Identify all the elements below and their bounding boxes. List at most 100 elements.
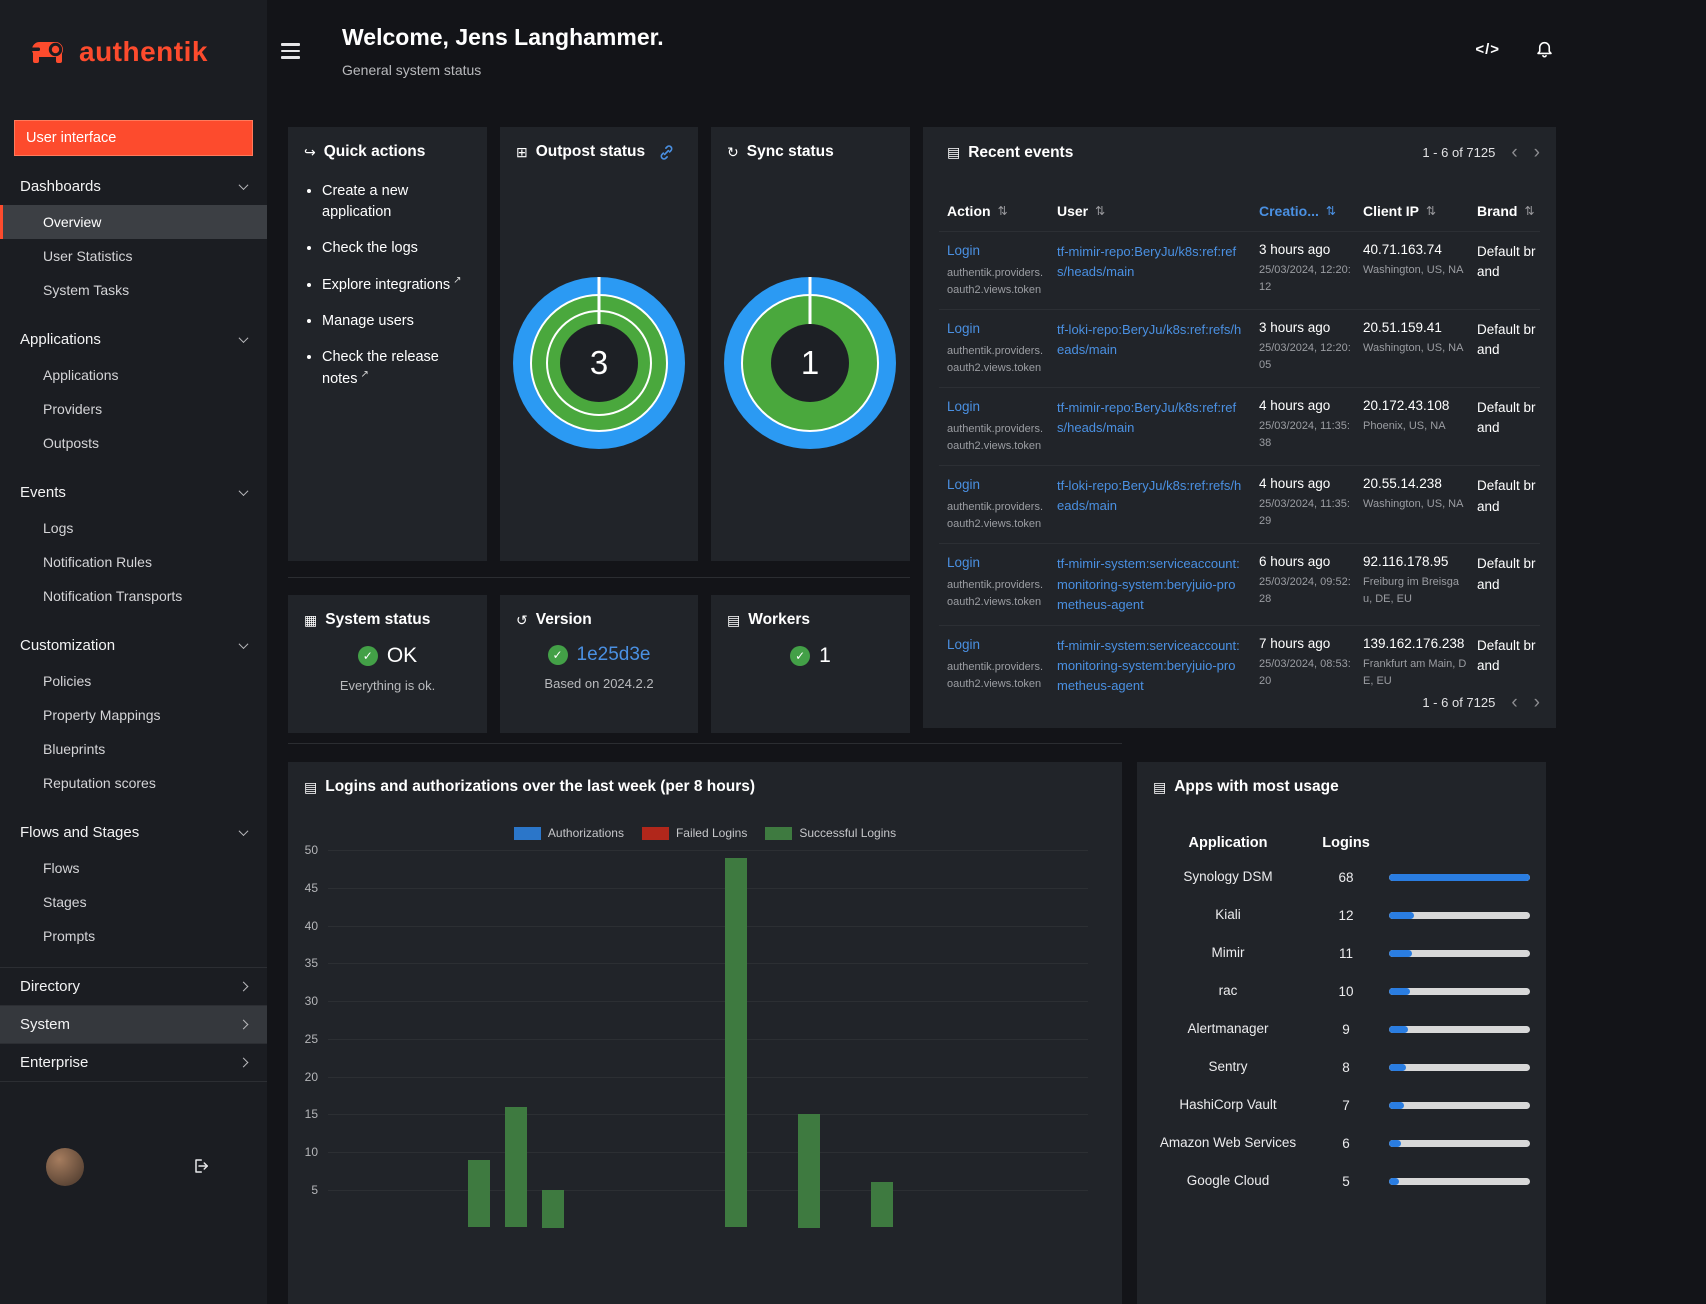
event-user-link[interactable]: tf-mimir-repo:BeryJu/k8s:ref:refs/heads/…	[1057, 242, 1253, 282]
pagination-prev-icon[interactable]: ‹	[1511, 693, 1517, 712]
pagination-prev-icon[interactable]: ‹	[1511, 143, 1517, 162]
event-time-absolute: 25/03/2024, 11:35:29	[1259, 498, 1350, 528]
sort-icon[interactable]: ⇅	[1326, 204, 1336, 218]
sidebar-group: Applications Applications Providers Outpost…	[0, 321, 267, 460]
sidebar-item-notification-rules[interactable]: Notification Rules	[0, 545, 267, 579]
sidebar-item-reputation-scores[interactable]: Reputation scores	[0, 766, 267, 800]
event-user-link[interactable]: tf-loki-repo:BeryJu/k8s:ref:refs/heads/m…	[1057, 320, 1253, 360]
workers-icon: ▤	[727, 611, 741, 628]
event-user-link[interactable]: tf-mimir-system:serviceaccount:monitorin…	[1057, 554, 1253, 614]
event-time-relative: 6 hours ago	[1259, 554, 1331, 570]
event-action-link[interactable]: Login	[947, 477, 980, 492]
pagination-next-icon[interactable]: ›	[1534, 143, 1540, 162]
sync-status-donut[interactable]: 1	[724, 277, 896, 449]
recent-events-header: ▤ Recent events 1 - 6 of 7125 ‹ ›	[947, 143, 1540, 162]
event-user-link[interactable]: tf-mimir-repo:BeryJu/k8s:ref:refs/heads/…	[1057, 398, 1253, 438]
event-action-link[interactable]: Login	[947, 243, 980, 258]
column-header-user[interactable]: User ⇅	[1057, 203, 1253, 219]
quick-action-label: Check the release notes	[322, 348, 439, 387]
outpost-link-icon[interactable]	[659, 144, 674, 160]
sidebar-item-user-statistics[interactable]: User Statistics	[0, 239, 267, 273]
user-interface-button[interactable]: User interface	[14, 120, 253, 156]
authentik-logo[interactable]: authentik	[0, 0, 267, 74]
chart-bar[interactable]	[541, 1189, 564, 1228]
avatar[interactable]	[46, 1148, 84, 1186]
sidebar-group-system[interactable]: System	[0, 1006, 267, 1043]
page-header: Welcome, Jens Langhammer. General system…	[342, 24, 664, 78]
progress-fill	[1389, 1063, 1406, 1071]
page-title: Welcome, Jens Langhammer.	[342, 24, 664, 50]
apps-table-header-row: Application Logins	[1153, 828, 1530, 858]
sync-donut-separator	[808, 277, 812, 324]
sidebar-item-blueprints[interactable]: Blueprints	[0, 732, 267, 766]
version-value-link[interactable]: 1e25d3e	[577, 644, 651, 666]
sidebar-item-overview[interactable]: Overview	[0, 205, 267, 239]
sidebar-group-customization[interactable]: Customization	[0, 627, 267, 664]
quick-actions-icon: ↪	[304, 143, 316, 160]
chart-bar[interactable]	[724, 857, 747, 1228]
column-header-creatio[interactable]: Creatio... ⇅	[1259, 203, 1357, 219]
chart-bar[interactable]	[797, 1114, 820, 1228]
quick-actions-title: Quick actions	[323, 143, 426, 160]
event-user-link[interactable]: tf-mimir-system:serviceaccount:monitorin…	[1057, 636, 1253, 696]
quick-action-explore-integrations[interactable]: Explore integrations↗	[322, 274, 471, 296]
progress-track	[1389, 1063, 1530, 1071]
sidebar-item-logs[interactable]: Logs	[0, 511, 267, 545]
chart-bar[interactable]	[505, 1106, 527, 1228]
app-usage-bar	[1389, 1063, 1530, 1071]
quick-action-create-a-new-application[interactable]: Create a new application	[322, 181, 471, 223]
event-action-link[interactable]: Login	[947, 637, 980, 652]
quick-action-check-the-logs[interactable]: Check the logs	[322, 238, 471, 259]
column-header-client-ip[interactable]: Client IP ⇅	[1363, 203, 1471, 219]
sidebar-group-enterprise[interactable]: Enterprise	[0, 1044, 267, 1081]
sync-status-title: Sync status	[746, 143, 834, 160]
sidebar-group-applications[interactable]: Applications	[0, 321, 267, 358]
apps-usage-card-title: ▤ Apps with most usage	[1137, 762, 1546, 796]
sort-icon[interactable]: ⇅	[998, 204, 1008, 218]
sidebar-group-events[interactable]: Events	[0, 474, 267, 511]
sidebar-item-applications[interactable]: Applications	[0, 358, 267, 392]
quick-action-manage-users[interactable]: Manage users	[322, 311, 471, 332]
event-time-absolute: 25/03/2024, 09:52:28	[1259, 576, 1351, 606]
sort-icon[interactable]: ⇅	[1524, 204, 1534, 218]
sort-icon[interactable]: ⇅	[1426, 204, 1436, 218]
event-action-link[interactable]: Login	[947, 321, 980, 336]
notifications-bell-icon[interactable]	[1535, 39, 1554, 64]
recent-events-table: Action ⇅ User ⇅ Creatio... ⇅ Client IP ⇅ Brand ⇅ L…	[939, 197, 1540, 706]
outpost-status-donut[interactable]: 3	[513, 277, 685, 449]
menu-toggle-icon[interactable]	[281, 43, 300, 63]
sidebar-group-label: Dashboards	[20, 178, 101, 195]
sidebar-item-outposts[interactable]: Outposts	[0, 426, 267, 460]
outpost-status-card-title: ⊞ Outpost status	[500, 127, 698, 161]
sidebar-item-policies[interactable]: Policies	[0, 664, 267, 698]
column-header-action[interactable]: Action ⇅	[947, 203, 1051, 219]
event-time-cell: 7 hours ago 25/03/2024, 08:53:20	[1259, 636, 1357, 696]
pagination-next-icon[interactable]: ›	[1534, 693, 1540, 712]
chart-gridline	[328, 1152, 1088, 1153]
event-action-link[interactable]: Login	[947, 399, 980, 414]
sidebar-item-stages[interactable]: Stages	[0, 885, 267, 919]
system-status-title: System status	[325, 611, 431, 628]
chart-bar[interactable]	[468, 1159, 491, 1228]
workers-card-title: ▤ Workers	[711, 595, 910, 629]
sidebar-item-system-tasks[interactable]: System Tasks	[0, 273, 267, 307]
event-action-context: authentik.providers.oauth2.views.token	[947, 345, 1043, 375]
api-browser-icon[interactable]: </>	[1475, 41, 1500, 58]
sidebar-item-notification-transports[interactable]: Notification Transports	[0, 579, 267, 613]
event-action-link[interactable]: Login	[947, 555, 980, 570]
sidebar-item-flows[interactable]: Flows	[0, 851, 267, 885]
event-user-link[interactable]: tf-loki-repo:BeryJu/k8s:ref:refs/heads/m…	[1057, 476, 1253, 516]
event-action-cell: Login authentik.providers.oauth2.views.to…	[947, 320, 1051, 377]
chart-bar[interactable]	[871, 1182, 893, 1228]
sidebar-group-dashboards[interactable]: Dashboards	[0, 168, 267, 205]
logout-icon[interactable]	[190, 1157, 211, 1180]
column-header-brand[interactable]: Brand ⇅	[1477, 203, 1540, 219]
sort-icon[interactable]: ⇅	[1095, 204, 1105, 218]
sidebar-item-prompts[interactable]: Prompts	[0, 919, 267, 953]
quick-action-check-the-release-notes[interactable]: Check the release notes↗	[322, 347, 471, 390]
sidebar-group-directory[interactable]: Directory	[0, 968, 267, 1005]
outpost-status-card: ⊞ Outpost status 3	[500, 127, 698, 561]
sidebar-group-flows-and-stages[interactable]: Flows and Stages	[0, 814, 267, 851]
sidebar-item-property-mappings[interactable]: Property Mappings	[0, 698, 267, 732]
sidebar-item-providers[interactable]: Providers	[0, 392, 267, 426]
